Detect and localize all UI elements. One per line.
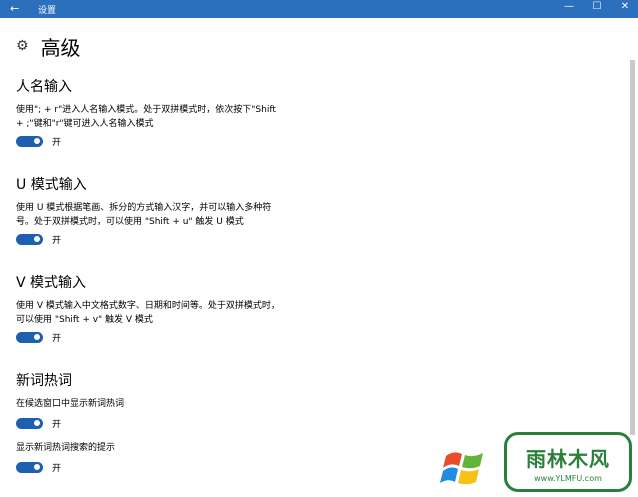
section-title-name-input: 人名输入: [16, 79, 72, 95]
toggle-state-label: 开: [52, 419, 62, 430]
toggle-row-u-mode: 开: [16, 232, 61, 246]
toggle-state-label: 开: [52, 333, 62, 344]
toggle-row-name-input: 开: [16, 134, 61, 148]
page-title: 高级: [40, 35, 81, 60]
option-label-hot-word-search-tip: 显示新词热词搜索的提示: [16, 443, 116, 453]
watermark-badge: 雨林木风 www.YLMFU.com: [504, 432, 632, 492]
toggle-state-label: 开: [52, 235, 62, 246]
v-mode-toggle[interactable]: [16, 331, 43, 343]
maximize-button[interactable]: ☐: [584, 1, 610, 12]
toggle-row-v-mode: 开: [16, 330, 61, 344]
window-title: 设置: [38, 6, 57, 16]
toggle-state-label: 开: [52, 463, 62, 474]
name-input-toggle[interactable]: [16, 135, 43, 147]
watermark-text: 雨林木风: [526, 447, 610, 471]
toggle-row-hot-word-search-tip: 开: [16, 460, 61, 474]
close-button[interactable]: ✕: [612, 1, 638, 12]
back-arrow-icon[interactable]: ←: [10, 2, 19, 15]
section-desc-v-mode: 使用 V 模式输入中文格式数字、日期和时间等。处于双拼模式时， 可以使用 "Sh…: [16, 299, 316, 327]
section-desc-name-input: 使用"; + r"进入人名输入模式。处于双拼模式时，依次按下"Shift + ;…: [16, 103, 316, 131]
hot-word-search-tip-toggle[interactable]: [16, 461, 43, 473]
desc-line: 号。处于双拼模式时，可以使用 "Shift + u" 触发 U 模式: [16, 217, 244, 227]
desc-line: 使用 U 模式根据笔画、拆分的方式输入汉字，并可以输入多种符: [16, 203, 272, 213]
show-hot-words-toggle[interactable]: [16, 417, 43, 429]
watermark: 雨林木风 www.YLMFU.com: [440, 432, 638, 497]
toggle-row-show-hot-words: 开: [16, 416, 61, 430]
toggle-state-label: 开: [52, 137, 62, 148]
title-bar: ← 设置 — ☐ ✕: [0, 0, 638, 18]
desc-line: 使用 V 模式输入中文格式数字、日期和时间等。处于双拼模式时，: [16, 301, 280, 311]
section-title-hot-words: 新词热词: [16, 373, 72, 389]
watermark-url: www.YLMFU.com: [534, 474, 602, 483]
section-desc-u-mode: 使用 U 模式根据笔画、拆分的方式输入汉字，并可以输入多种符 号。处于双拼模式时…: [16, 201, 316, 229]
windows-logo-icon: [440, 452, 483, 485]
desc-line: 可以使用 "Shift + v" 触发 V 模式: [16, 315, 153, 325]
vertical-scrollbar[interactable]: [630, 60, 635, 435]
option-label-show-hot-words: 在候选窗口中显示新词热词: [16, 399, 125, 409]
desc-line: 使用"; + r"进入人名输入模式。处于双拼模式时，依次按下"Shift: [16, 105, 276, 115]
minimize-button[interactable]: —: [556, 1, 582, 12]
section-title-v-mode: V 模式输入: [16, 275, 87, 291]
page-header: ⚙ 高级: [16, 34, 81, 60]
u-mode-toggle[interactable]: [16, 233, 43, 245]
section-title-u-mode: U 模式输入: [16, 177, 87, 193]
gear-icon: ⚙: [16, 38, 29, 54]
desc-line: + ;"键和"r"键可进入人名输入模式: [16, 119, 154, 129]
